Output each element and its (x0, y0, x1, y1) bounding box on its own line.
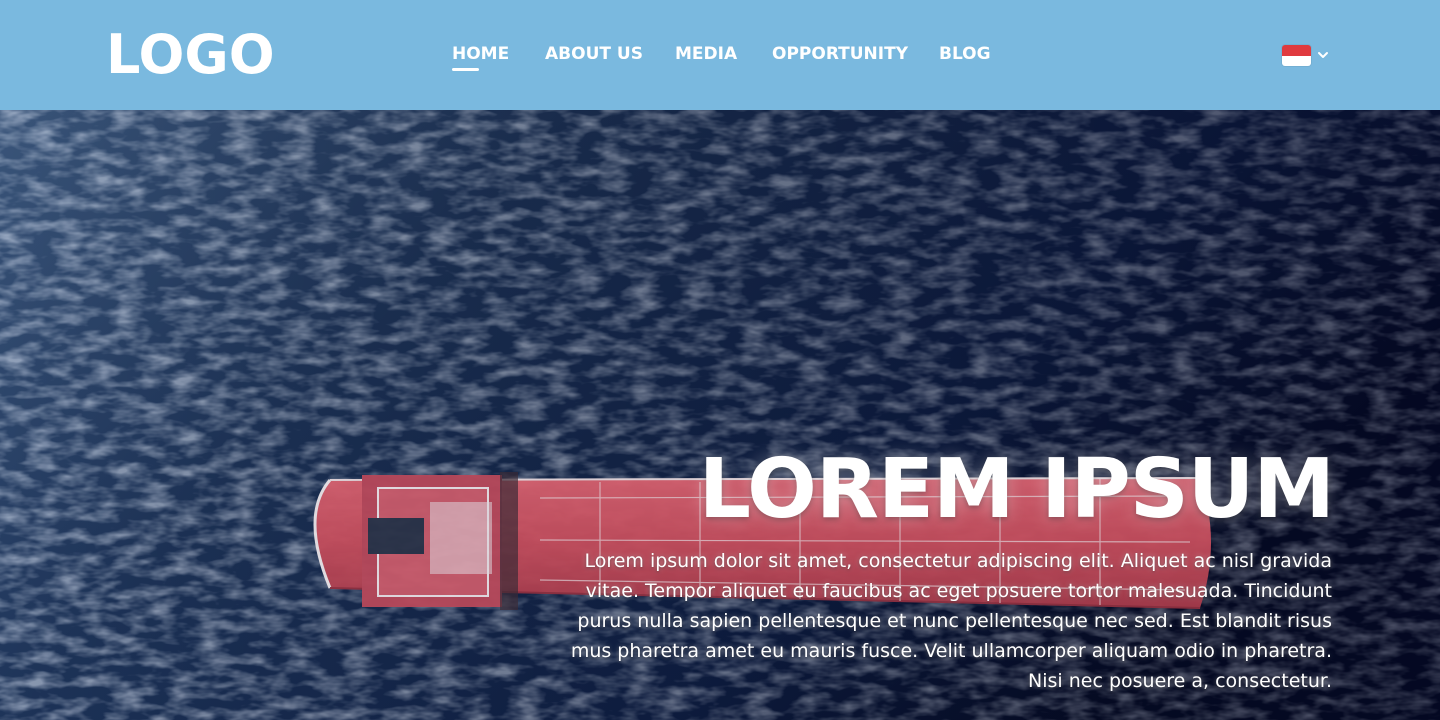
site-header: LOGO HOME ABOUT US MEDIA OPPORTUNITY BLO… (0, 0, 1440, 110)
chevron-down-icon (1318, 52, 1328, 58)
main-nav: HOME ABOUT US MEDIA OPPORTUNITY BLOG (0, 0, 1440, 110)
nav-item-about-us[interactable]: ABOUT US (545, 42, 643, 68)
language-selector[interactable] (1280, 44, 1332, 68)
hero-title: LOREM IPSUM (698, 442, 1335, 537)
nav-item-media[interactable]: MEDIA (675, 42, 737, 68)
hero-section: LOREM IPSUM Lorem ipsum dolor sit amet, … (0, 110, 1440, 720)
page: LOGO HOME ABOUT US MEDIA OPPORTUNITY BLO… (0, 0, 1440, 720)
nav-item-blog[interactable]: BLOG (939, 42, 991, 68)
nav-item-home[interactable]: HOME (452, 42, 509, 71)
indonesia-flag-icon (1282, 45, 1311, 66)
hero-description: Lorem ipsum dolor sit amet, consectetur … (570, 550, 1332, 692)
nav-item-opportunity[interactable]: OPPORTUNITY (772, 42, 908, 68)
